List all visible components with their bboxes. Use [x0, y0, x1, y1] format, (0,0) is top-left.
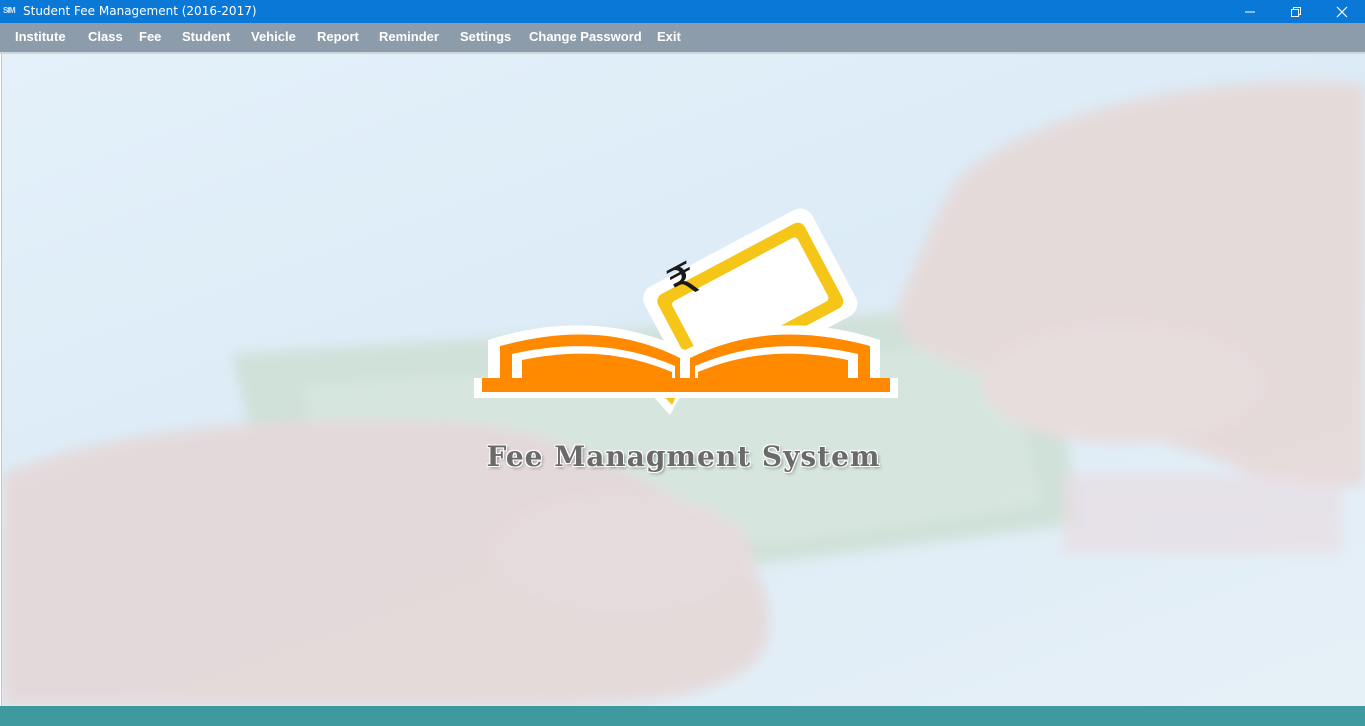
menu-student[interactable]: Student: [182, 29, 230, 45]
app-icon[interactable]: SfM: [3, 5, 18, 17]
close-button[interactable]: [1319, 0, 1365, 23]
minimize-icon: [1245, 11, 1255, 13]
menu-settings[interactable]: Settings: [460, 29, 511, 45]
menu-exit[interactable]: Exit: [657, 29, 681, 45]
menu-bar: Institute Class Fee Student Vehicle Repo…: [0, 23, 1365, 54]
menu-reminder[interactable]: Reminder: [379, 29, 439, 45]
restore-icon: [1291, 7, 1301, 17]
menu-vehicle[interactable]: Vehicle: [251, 29, 296, 45]
title-bar: SfM Student Fee Management (2016-2017): [0, 0, 1365, 23]
menu-change-password[interactable]: Change Password: [529, 29, 642, 45]
menu-class[interactable]: Class: [88, 29, 123, 45]
close-icon: [1336, 6, 1348, 18]
status-bar: [0, 706, 1365, 726]
menu-report[interactable]: Report: [317, 29, 359, 45]
menu-fee[interactable]: Fee: [139, 29, 161, 45]
menu-institute[interactable]: Institute: [15, 29, 66, 45]
main-content-area: ₹ Fee Managment System: [1, 54, 1365, 706]
restore-button[interactable]: [1273, 0, 1319, 23]
window-title: Student Fee Management (2016-2017): [23, 4, 257, 18]
minimize-button[interactable]: [1227, 0, 1273, 23]
logo-title: Fee Managment System: [486, 440, 881, 473]
fee-management-logo: ₹: [474, 208, 898, 415]
